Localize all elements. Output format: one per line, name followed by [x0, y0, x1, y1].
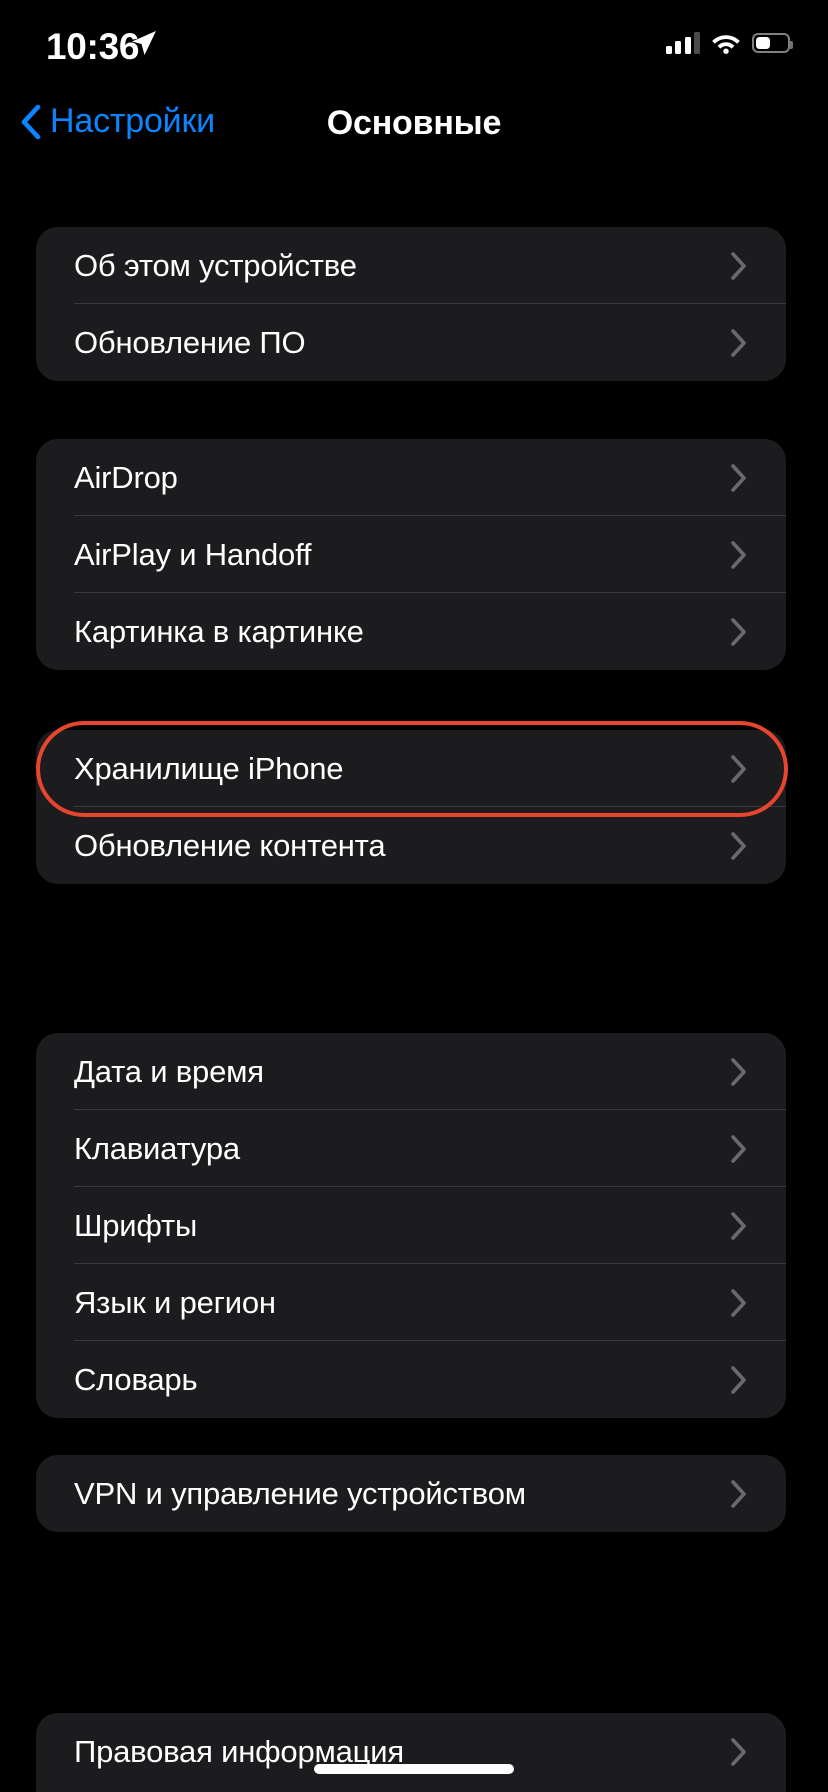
- settings-row-label: Обновление контента: [74, 827, 386, 863]
- chevron-right-icon: [731, 617, 746, 646]
- chevron-right-icon: [731, 1479, 746, 1508]
- status-bar-clock: 10:36: [46, 26, 140, 67]
- chevron-right-icon: [731, 1365, 746, 1394]
- chevron-right-icon: [731, 1057, 746, 1086]
- settings-row-software-update[interactable]: Обновление ПО: [36, 304, 786, 381]
- status-bar: 10:36: [0, 0, 828, 96]
- settings-row-label: Клавиатура: [74, 1130, 240, 1166]
- chevron-right-icon: [731, 1211, 746, 1240]
- settings-row-airdrop[interactable]: AirDrop: [36, 439, 786, 516]
- chevron-right-icon: [731, 831, 746, 860]
- settings-row-date-time[interactable]: Дата и время: [36, 1033, 786, 1110]
- settings-row-background-app-refresh[interactable]: Обновление контента: [36, 807, 786, 884]
- settings-row-label: VPN и управление устройством: [74, 1475, 526, 1511]
- page-title: Основные: [326, 104, 502, 142]
- settings-row-about[interactable]: Об этом устройстве: [36, 227, 786, 304]
- settings-row-dictionary[interactable]: Словарь: [36, 1341, 786, 1418]
- settings-row-label: Обновление ПО: [74, 324, 306, 360]
- iphone-settings-general-screen: 10:36 Настройки Основные Об этом устройс…: [0, 0, 828, 1792]
- chevron-right-icon: [731, 1288, 746, 1317]
- settings-row-label: Хранилище iPhone: [74, 750, 344, 786]
- settings-row-keyboard[interactable]: Клавиатура: [36, 1110, 786, 1187]
- chevron-right-icon: [731, 251, 746, 280]
- settings-row-label: Язык и регион: [74, 1284, 276, 1320]
- home-indicator[interactable]: [314, 1764, 514, 1774]
- settings-list[interactable]: Об этом устройстве Обновление ПО AirDrop…: [0, 162, 828, 1792]
- status-bar-indicators: [665, 28, 793, 58]
- settings-row-label: Картинка в картинке: [74, 613, 364, 649]
- settings-row-label: Шрифты: [74, 1207, 198, 1243]
- settings-row-fonts[interactable]: Шрифты: [36, 1187, 786, 1264]
- settings-row-picture-in-picture[interactable]: Картинка в картинке: [36, 593, 786, 670]
- settings-row-vpn-device-management[interactable]: VPN и управление устройством: [36, 1455, 786, 1532]
- chevron-right-icon: [731, 754, 746, 783]
- settings-row-iphone-storage[interactable]: Хранилище iPhone: [36, 730, 786, 807]
- settings-row-legal-info[interactable]: Правовая информация: [36, 1713, 786, 1790]
- settings-row-language-region[interactable]: Язык и регион: [36, 1264, 786, 1341]
- location-arrow-icon: [132, 31, 156, 55]
- chevron-right-icon: [731, 463, 746, 492]
- chevron-right-icon: [731, 1737, 746, 1766]
- settings-row-label: AirPlay и Handoff: [74, 536, 312, 572]
- settings-row-label: Словарь: [74, 1361, 198, 1397]
- settings-row-label: Об этом устройстве: [74, 247, 357, 283]
- chevron-right-icon: [731, 328, 746, 357]
- chevron-right-icon: [731, 1134, 746, 1163]
- chevron-right-icon: [731, 540, 746, 569]
- settings-row-label: AirDrop: [74, 459, 178, 495]
- settings-group-storage: Хранилище iPhone Обновление контента: [36, 730, 786, 884]
- settings-row-airplay-handoff[interactable]: AirPlay и Handoff: [36, 516, 786, 593]
- settings-group-device-info: Об этом устройстве Обновление ПО: [36, 227, 786, 381]
- cellular-signal-icon: [665, 32, 700, 54]
- wifi-icon: [712, 35, 740, 54]
- settings-group-legal: Правовая информация: [36, 1713, 786, 1792]
- settings-group-sharing: AirDrop AirPlay и Handoff Картинка в кар…: [36, 439, 786, 670]
- settings-row-label: Дата и время: [74, 1053, 264, 1089]
- settings-group-vpn: VPN и управление устройством: [36, 1455, 786, 1532]
- navigation-bar: Настройки Основные: [0, 96, 828, 162]
- battery-icon: [752, 33, 793, 53]
- settings-group-locale: Дата и время Клавиатура Шрифты Язык и ре…: [36, 1033, 786, 1418]
